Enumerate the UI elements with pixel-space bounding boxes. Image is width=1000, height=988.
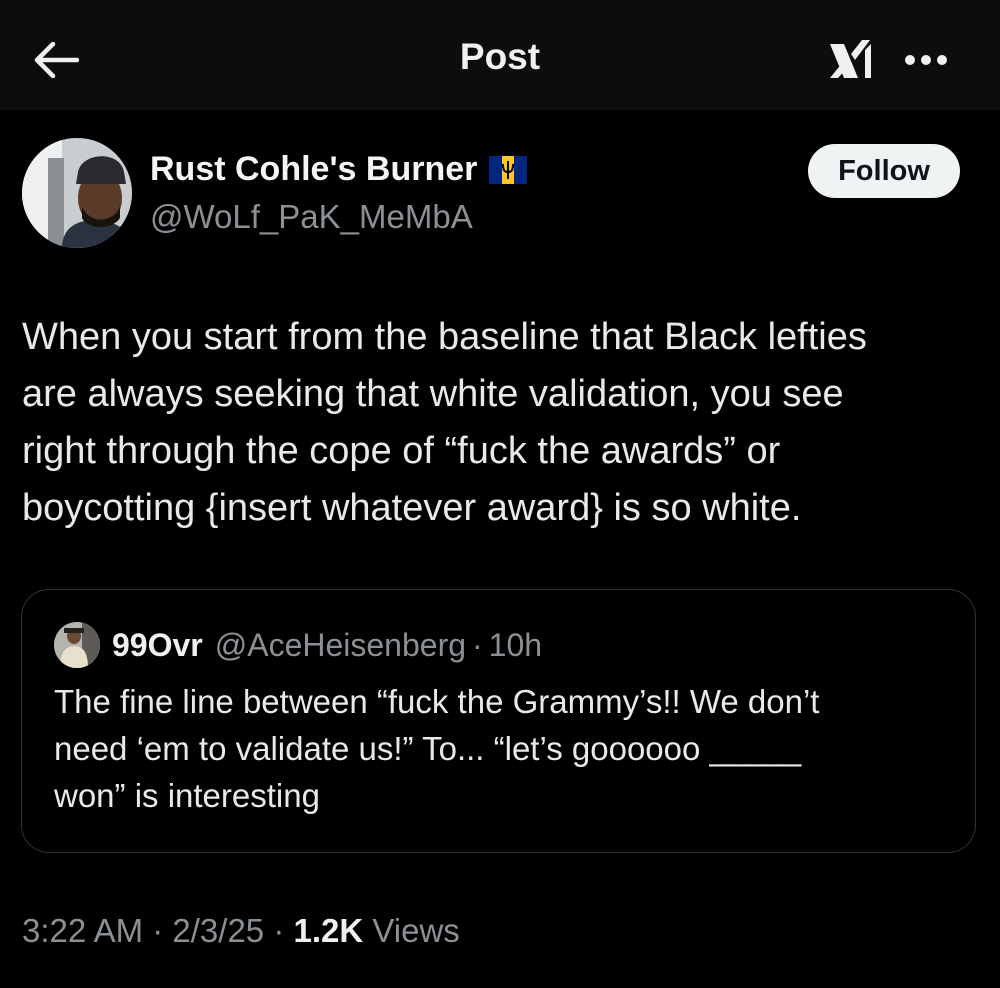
post-time[interactable]: 3:22 AM <box>22 912 143 949</box>
separator-dot: · <box>264 912 294 949</box>
more-horizontal-icon <box>905 55 947 65</box>
author-avatar[interactable] <box>22 138 132 248</box>
post-text-line: right through the cope of “fuck the awar… <box>22 430 781 472</box>
more-options-button[interactable] <box>898 40 954 80</box>
grok-logo-icon <box>830 40 871 78</box>
top-bar: Post <box>0 0 1000 110</box>
barbados-flag-icon <box>489 155 528 184</box>
quoted-post-card[interactable]: 99Ovr @AceHeisenberg · 10h The fine line… <box>21 589 976 853</box>
post-text-line: When you start from the baseline that Bl… <box>22 316 867 358</box>
separator-dot: · <box>143 912 173 949</box>
quoted-author-handle[interactable]: @AceHeisenberg <box>215 627 466 664</box>
grok-button[interactable] <box>822 30 882 90</box>
separator-dot: · <box>472 626 483 663</box>
author-name-row[interactable]: Rust Cohle's Burner <box>150 150 528 189</box>
quoted-post-header: 99Ovr @AceHeisenberg · 10h <box>54 622 542 668</box>
quoted-author-name[interactable]: 99Ovr <box>112 627 203 664</box>
post-screen: Post Rust Cohle's Burner @WoLf_PaK_MeMbA… <box>0 0 1000 988</box>
views-count[interactable]: 1.2K <box>293 912 363 949</box>
post-text-line: boycotting {insert whatever award} is so… <box>22 487 802 529</box>
views-label[interactable]: Views <box>363 912 459 949</box>
author-display-name[interactable]: Rust Cohle's Burner <box>150 150 477 189</box>
post-meta: 3:22 AM · 2/3/25 · 1.2K Views <box>22 912 460 950</box>
post-date[interactable]: 2/3/25 <box>172 912 264 949</box>
quoted-avatar-photo <box>54 622 100 668</box>
quoted-post-time[interactable]: 10h <box>489 627 542 664</box>
quoted-text-line: need ‘em to validate us!” To... “let’s g… <box>54 730 802 767</box>
follow-button[interactable]: Follow <box>808 144 960 198</box>
quoted-author-avatar[interactable] <box>54 622 100 668</box>
quoted-post-text: The fine line between “fuck the Grammy’s… <box>54 678 944 819</box>
author-handle[interactable]: @WoLf_PaK_MeMbA <box>150 198 473 236</box>
quoted-text-line: The fine line between “fuck the Grammy’s… <box>54 683 820 720</box>
avatar-photo <box>22 138 132 248</box>
post-text: When you start from the baseline that Bl… <box>22 309 982 537</box>
post-text-line: are always seeking that white validation… <box>22 373 844 415</box>
quoted-text-line: won” is interesting <box>54 777 320 814</box>
